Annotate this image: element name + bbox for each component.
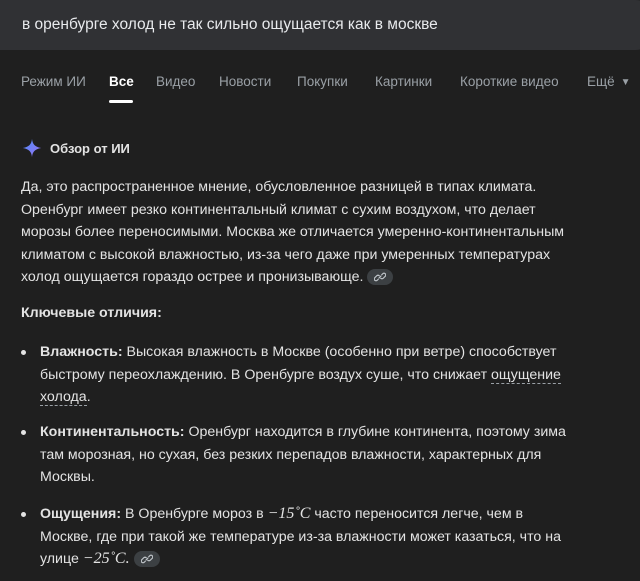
tab-images[interactable]: Картинки (375, 74, 432, 89)
bullet-dot (21, 430, 26, 435)
item-text: В Оренбурге мороз в (121, 506, 268, 522)
intro-line-last: холод ощущается гораздо острее и пронизы… (21, 266, 621, 289)
period: . (125, 550, 130, 567)
tab-shopping[interactable]: Покупки (297, 74, 348, 89)
ai-overview-header: Обзор от ИИ (22, 138, 130, 158)
temperature-value: −15˚C (267, 505, 311, 522)
list-item-sensations: Ощущения: В Оренбурге мороз в −15˚C част… (21, 503, 631, 571)
search-tabs: Режим ИИ Все Видео Новости Покупки Карти… (0, 74, 640, 103)
item-line: быстрому переохлаждению. В Оренбурге воз… (40, 364, 631, 387)
item-line: улице −25˚C. (40, 548, 631, 571)
bullet-dot (21, 512, 26, 517)
sparkle-icon (22, 138, 42, 158)
ai-overview-intro: Да, это распространенное мнение, обуслов… (21, 176, 621, 289)
link-icon[interactable] (367, 269, 394, 285)
search-query[interactable]: в оренбурге холод не так сильно ощущаетс… (22, 16, 438, 34)
item-line: холода. (40, 386, 631, 409)
item-line: Континентальность: Оренбург находится в … (40, 421, 631, 444)
intro-line: Да, это распространенное мнение, обуслов… (21, 179, 537, 195)
tab-short-videos[interactable]: Короткие видео (460, 74, 559, 89)
item-text: быстрому переохлаждению. В Оренбурге воз… (40, 366, 492, 383)
item-line: Ощущения: В Оренбурге мороз в −15˚C част… (40, 503, 631, 526)
link-icon[interactable] (133, 551, 160, 567)
caret-down-icon: ▼ (620, 77, 631, 88)
item-term: Влажность: (40, 344, 123, 360)
item-text: Москве, где при такой же температуре из-… (40, 528, 561, 545)
key-differences-heading: Ключевые отличия: (21, 305, 162, 321)
tab-news[interactable]: Новости (219, 74, 271, 89)
tab-more-label: Ещё (587, 74, 615, 89)
intro-line: морозы более переносимыми. Москва же отл… (21, 224, 565, 240)
tab-short-videos-label: Короткие видео (460, 74, 559, 89)
item-text: улице (40, 551, 83, 567)
period: . (86, 389, 91, 405)
tab-more[interactable]: Ещё ▼ (587, 74, 631, 89)
intro-line: Оренбург имеет резко континентальный кли… (21, 201, 536, 218)
item-text: Высокая влажность в Москве (особенно при… (122, 344, 557, 360)
bullet-dot (21, 350, 26, 355)
item-term: Континентальность: (40, 424, 185, 440)
item-text: Оренбург находится в глубине континента,… (184, 424, 566, 440)
intro-line: климатом с высокой влажностью, из-за чег… (21, 246, 551, 263)
intro-line-text: холод ощущается гораздо острее и пронизы… (21, 269, 364, 285)
search-bar[interactable]: в оренбурге холод не так сильно ощущаетс… (0, 0, 640, 50)
temperature-value: −25˚C (82, 550, 126, 567)
item-term: Ощущения: (40, 506, 122, 522)
tab-ai-mode[interactable]: Режим ИИ (21, 74, 86, 89)
tab-all[interactable]: Все (109, 74, 134, 89)
term-link[interactable]: ощущение (491, 366, 561, 384)
item-text: часто переносится легче, чем в (310, 506, 524, 522)
term-link-continued[interactable]: холода (40, 389, 87, 406)
item-text: Москвы. (40, 469, 95, 485)
item-text: там морозная, но сухая, без резких переп… (40, 446, 542, 463)
ai-overview-title: Обзор от ИИ (50, 140, 130, 156)
tab-video[interactable]: Видео (156, 74, 195, 89)
list-item-continentality: Континентальность: Оренбург находится в … (21, 421, 631, 489)
list-item-humidity: Влажность: Высокая влажность в Москве (о… (21, 341, 631, 409)
item-line: Влажность: Высокая влажность в Москве (о… (40, 341, 631, 364)
active-tab-indicator (109, 100, 133, 103)
